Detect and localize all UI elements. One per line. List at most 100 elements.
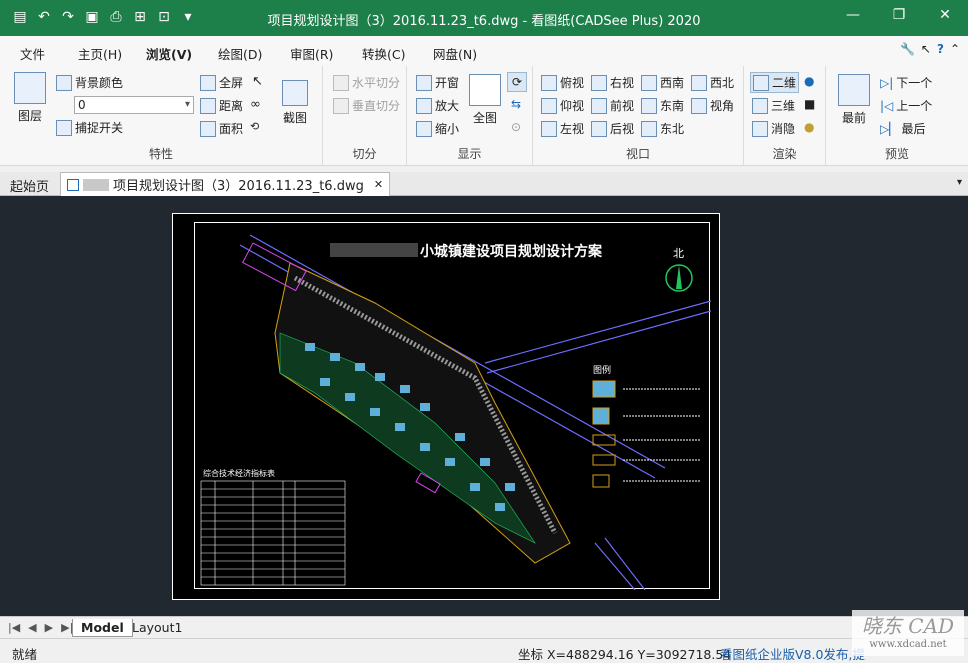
minimize-button[interactable]: — (830, 0, 876, 30)
ribbon: 图层 背景颜色 0 捕捉开关 全屏 距离 面积 ↖ ∞ ⟲ 截图 特性 水平切分… (0, 66, 968, 166)
view-northeast-button[interactable]: 东北 (641, 120, 684, 137)
group-preview: 最前 ▷| 下一个 |◁ 上一个 ▷▏ 最后 预览 (826, 66, 968, 166)
zoom-window-icon (416, 74, 432, 91)
view-back-icon (591, 120, 607, 137)
3d-icon (752, 97, 768, 114)
view-perspective-button[interactable]: 视角 (691, 97, 734, 114)
view-ne-icon (641, 120, 657, 137)
view-front-icon (591, 97, 607, 114)
cube-icon[interactable]: ■ (804, 97, 815, 111)
foremost-button[interactable]: 最前 (838, 74, 870, 126)
view-front-button[interactable]: 前视 (591, 97, 634, 114)
view-southeast-button[interactable]: 东南 (641, 97, 684, 114)
previous-button[interactable]: |◁ 上一个 (880, 97, 932, 114)
realtime-zoom-icon[interactable]: ⟳ (507, 72, 527, 92)
previous-icon: |◁ (880, 98, 894, 113)
distance-button[interactable]: 距离 (200, 97, 243, 114)
render-3d-button[interactable]: 三维 (752, 97, 795, 114)
restore-button[interactable]: ❐ (876, 0, 922, 30)
coordinate-readout: 坐标 X=488294.16 Y=3092718.54 (518, 647, 732, 662)
hide-lines-button[interactable]: 消隐 (752, 120, 795, 137)
view-bottom-button[interactable]: 仰视 (541, 97, 584, 114)
drawing-frame: 小城镇建设项目规划设计方案 北 图例 综合技术经济指标表 (194, 222, 712, 591)
close-tab-icon[interactable]: ✕ (374, 178, 383, 191)
zoom-out-button[interactable]: 缩小 (416, 120, 459, 137)
snap-toggle[interactable]: 捕捉开关 (56, 119, 123, 136)
zoom-previous-icon[interactable]: ⊙ (511, 120, 521, 134)
window-title: 项目规划设计图（3）2016.11.23_t6.dwg - 看图纸(CADSee… (267, 14, 701, 29)
zoom-in-button[interactable]: 放大 (416, 97, 459, 114)
pan-icon[interactable]: ⇆ (511, 97, 521, 111)
zoom-out-icon (416, 120, 432, 137)
fullscreen-icon (200, 74, 216, 91)
layer-button[interactable]: 图层 (14, 72, 46, 124)
tab-list-icon[interactable]: ▾ (957, 177, 962, 188)
watermark-brand: 晓东 CAD (861, 614, 955, 638)
group-features: 图层 背景颜色 0 捕捉开关 全屏 距离 面积 ↖ ∞ ⟲ 截图 特性 (0, 66, 323, 166)
menu-convert[interactable]: 转换(C) (362, 44, 405, 63)
vertical-split-button[interactable]: 垂直切分 (333, 97, 400, 114)
view-back-button[interactable]: 后视 (591, 120, 634, 137)
tab-start-page[interactable]: 起始页 (4, 172, 55, 196)
wrench-icon[interactable]: 🔧 (900, 42, 915, 56)
menu-draw[interactable]: 绘图(D) (218, 44, 262, 63)
last-button[interactable]: ▷▏ 最后 (880, 120, 925, 137)
area-icon (200, 120, 216, 137)
drawing-title: 小城镇建设项目规划设计方案 (420, 243, 603, 260)
table-title: 综合技术经济指标表 (203, 468, 275, 478)
drawing-canvas[interactable]: 小城镇建设项目规划设计方案 北 图例 综合技术经济指标表 (0, 196, 968, 616)
view-top-button[interactable]: 俯视 (541, 74, 584, 91)
sphere-icon[interactable]: ● (804, 74, 814, 88)
view-se-icon (641, 97, 657, 114)
next-button[interactable]: ▷| 下一个 (880, 74, 932, 91)
open-window-button[interactable]: 开窗 (416, 74, 459, 91)
shaded-sphere-icon[interactable]: ● (804, 120, 814, 134)
view-top-icon (541, 74, 557, 91)
vsplit-icon (333, 97, 349, 114)
ruler-icon (200, 97, 216, 114)
full-view-button[interactable]: 全图 (469, 74, 501, 126)
view-sw-icon (641, 74, 657, 91)
bring-front-icon (838, 74, 870, 106)
pointer-icon[interactable]: ↖ (252, 74, 263, 89)
screenshot-button[interactable]: 截图 (282, 80, 308, 126)
north-label: 北 (673, 247, 684, 260)
view-left-icon (541, 120, 557, 137)
2d-icon (753, 74, 769, 91)
help-icon[interactable]: ? (937, 42, 944, 56)
last-icon: ▷▏ (880, 121, 899, 136)
view-northwest-button[interactable]: 西北 (691, 74, 734, 91)
render-2d-button[interactable]: 二维 (750, 72, 800, 93)
view-left-button[interactable]: 左视 (541, 120, 584, 137)
menu-file[interactable]: 文件 (20, 44, 45, 63)
first-layout-icon[interactable]: |◀ (8, 621, 20, 634)
status-ready: 就绪 (12, 647, 38, 662)
menu-home[interactable]: 主页(H) (78, 44, 122, 63)
camera-icon (282, 80, 308, 106)
fullscreen-button[interactable]: 全屏 (200, 74, 243, 91)
layer-select[interactable]: 0 (74, 96, 194, 114)
title-bar: ▤ ↶ ↷ ▣ ⎙ ⊞ ⊡ ▾ 项目规划设计图（3）2016.11.23_t6.… (0, 0, 968, 36)
bg-color-button[interactable]: 背景颜色 (56, 74, 123, 91)
close-button[interactable]: ✕ (922, 0, 968, 30)
promo-link[interactable]: 看图纸企业版V8.0发布,提 (720, 644, 865, 663)
tab-layout1[interactable]: Layout1 (124, 619, 190, 637)
tab-document[interactable]: 项目规划设计图（3）2016.11.23_t6.dwg ✕ (60, 172, 391, 196)
view-southwest-button[interactable]: 西南 (641, 74, 684, 91)
zoom-extents-icon (469, 74, 501, 106)
cursor-icon[interactable]: ↖ (921, 42, 931, 56)
next-layout-icon[interactable]: ▶ (45, 621, 53, 634)
3d-orbit-icon[interactable]: ⟲ (250, 120, 259, 133)
legend (592, 380, 700, 488)
view-right-button[interactable]: 右视 (591, 74, 634, 91)
menu-cloud[interactable]: 网盘(N) (433, 44, 477, 63)
collapse-ribbon-icon[interactable]: ⌃ (950, 42, 960, 56)
menu-view[interactable]: 浏览(V) (146, 44, 192, 63)
layers-icon (14, 72, 46, 104)
prev-layout-icon[interactable]: ◀ (28, 621, 36, 634)
area-button[interactable]: 面积 (200, 120, 243, 137)
horizontal-split-button[interactable]: 水平切分 (333, 74, 400, 91)
binoculars-icon[interactable]: ∞ (250, 97, 261, 112)
menu-review[interactable]: 审图(R) (290, 44, 333, 63)
group-display: 开窗 放大 缩小 全图 ⟳ ⇆ ⊙ 显示 (407, 66, 533, 166)
